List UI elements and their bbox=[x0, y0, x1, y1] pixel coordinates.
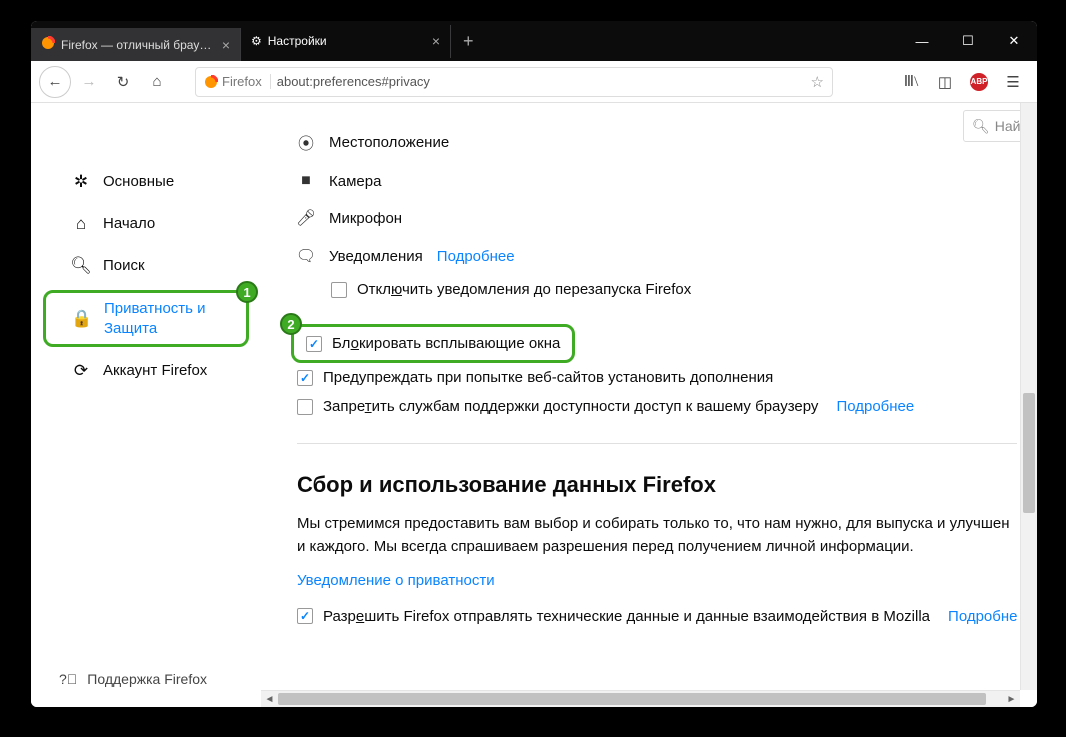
notification-icon: 🗨 bbox=[297, 246, 315, 266]
checkbox-icon[interactable] bbox=[297, 399, 313, 415]
new-tab-button[interactable]: + bbox=[451, 31, 486, 52]
search-icon: 🔍︎ bbox=[972, 118, 990, 135]
learn-more-link[interactable]: Подробне bbox=[948, 608, 1017, 625]
sidebar-item-privacy[interactable]: 🔒 Приватность и Защита 1 bbox=[43, 290, 249, 347]
search-icon: 🔍︎ bbox=[71, 256, 91, 276]
close-button[interactable]: ✕ bbox=[991, 21, 1037, 61]
abp-button[interactable]: ABP bbox=[963, 66, 995, 98]
home-button[interactable]: ⌂ bbox=[141, 66, 173, 98]
tab-active[interactable]: ⚙ Настройки × bbox=[241, 25, 451, 58]
toolbar: ← → ↻ ⌂ Firefox about:preferences#privac… bbox=[31, 61, 1037, 103]
scrollbar-thumb[interactable] bbox=[1023, 393, 1035, 513]
sidebar-item-general[interactable]: ✲ Основные bbox=[43, 164, 249, 200]
preferences-main: 🔍︎ Най ⦿ Местоположение ■ Камера 🎤︎ Микр… bbox=[261, 103, 1037, 707]
checkbox-block-popups[interactable]: ✓ Блокировать всплывающие окна 2 bbox=[291, 324, 575, 363]
minimize-button[interactable]: ― bbox=[899, 21, 945, 61]
checkbox-warn-addons[interactable]: ✓ Предупреждать при попытке веб-сайтов у… bbox=[261, 363, 1027, 392]
maximize-button[interactable]: ☐ bbox=[945, 21, 991, 61]
gear-icon: ✲ bbox=[71, 172, 91, 192]
title-bar: Firefox — отличный браузер д × ⚙ Настрой… bbox=[31, 21, 1037, 61]
privacy-notice-link[interactable]: Уведомление о приватности bbox=[297, 572, 495, 589]
close-icon[interactable]: × bbox=[222, 37, 230, 53]
perm-microphone: 🎤︎ Микрофон bbox=[261, 199, 1027, 237]
perm-notifications: 🗨 Уведомления Подробнее bbox=[261, 237, 1027, 275]
checkbox-icon[interactable] bbox=[331, 282, 347, 298]
perm-location: ⦿ Местоположение bbox=[261, 121, 1027, 163]
sidebar-item-home[interactable]: ⌂ Начало bbox=[43, 206, 249, 242]
horizontal-scrollbar[interactable]: ◄ ► bbox=[261, 690, 1020, 707]
sidebar-button[interactable]: ◫ bbox=[929, 66, 961, 98]
section-paragraph: Мы стремимся предоставить вам выбор и со… bbox=[261, 512, 1027, 569]
lock-icon: 🔒 bbox=[72, 309, 92, 329]
camera-icon: ■ bbox=[297, 172, 315, 190]
checkbox-telemetry[interactable]: ✓ Разрешить Firefox отправлять техническ… bbox=[261, 602, 1027, 631]
url-bar[interactable]: Firefox about:preferences#privacy ☆ bbox=[195, 67, 833, 97]
sidebar-item-account[interactable]: ⟳ Аккаунт Firefox bbox=[43, 353, 249, 389]
library-button[interactable]: Ⅲ\ bbox=[895, 66, 927, 98]
sidebar-item-search[interactable]: 🔍︎ Поиск bbox=[43, 248, 249, 284]
tab-label: Настройки bbox=[268, 34, 426, 48]
forward-button[interactable]: → bbox=[73, 66, 105, 98]
scrollbar-thumb[interactable] bbox=[278, 693, 986, 705]
url-text: about:preferences#privacy bbox=[277, 74, 805, 89]
menu-button[interactable]: ☰ bbox=[997, 66, 1029, 98]
location-icon: ⦿ bbox=[297, 130, 315, 154]
bookmark-star-icon[interactable]: ☆ bbox=[811, 73, 824, 91]
section-heading: Сбор и использование данных Firefox bbox=[261, 444, 1027, 512]
gear-icon: ⚙ bbox=[251, 34, 262, 48]
scroll-left-icon[interactable]: ◄ bbox=[261, 691, 278, 707]
microphone-icon: 🎤︎ bbox=[297, 208, 315, 228]
scroll-right-icon[interactable]: ► bbox=[1003, 691, 1020, 707]
perm-camera: ■ Камера bbox=[261, 163, 1027, 199]
home-icon: ⌂ bbox=[71, 214, 91, 234]
checkbox-deny-a11y[interactable]: Запретить службам поддержки доступности … bbox=[261, 392, 1027, 421]
sync-icon: ⟳ bbox=[71, 361, 91, 381]
checkbox-icon[interactable]: ✓ bbox=[297, 370, 313, 386]
checkbox-disable-notifications[interactable]: Отключить уведомления до перезапуска Fir… bbox=[261, 275, 1027, 304]
preferences-sidebar: ✲ Основные ⌂ Начало 🔍︎ Поиск 🔒 Приватнос… bbox=[31, 103, 261, 707]
identity-box[interactable]: Firefox bbox=[204, 74, 271, 89]
learn-more-link[interactable]: Подробнее bbox=[836, 398, 914, 415]
annotation-badge-1: 1 bbox=[236, 281, 258, 303]
vertical-scrollbar[interactable] bbox=[1020, 103, 1037, 690]
back-button[interactable]: ← bbox=[39, 66, 71, 98]
reload-button[interactable]: ↻ bbox=[107, 66, 139, 98]
learn-more-link[interactable]: Подробнее bbox=[437, 248, 515, 265]
tab-label: Firefox — отличный браузер д bbox=[61, 38, 216, 52]
checkbox-icon[interactable]: ✓ bbox=[297, 608, 313, 624]
close-icon[interactable]: × bbox=[432, 33, 440, 49]
firefox-icon bbox=[41, 36, 55, 53]
checkbox-icon[interactable]: ✓ bbox=[306, 336, 322, 352]
tab-inactive[interactable]: Firefox — отличный браузер д × bbox=[31, 28, 241, 61]
help-icon: ?⃝ bbox=[59, 671, 77, 687]
annotation-badge-2: 2 bbox=[280, 313, 302, 335]
support-link[interactable]: ?⃝ Поддержка Firefox bbox=[59, 671, 207, 687]
